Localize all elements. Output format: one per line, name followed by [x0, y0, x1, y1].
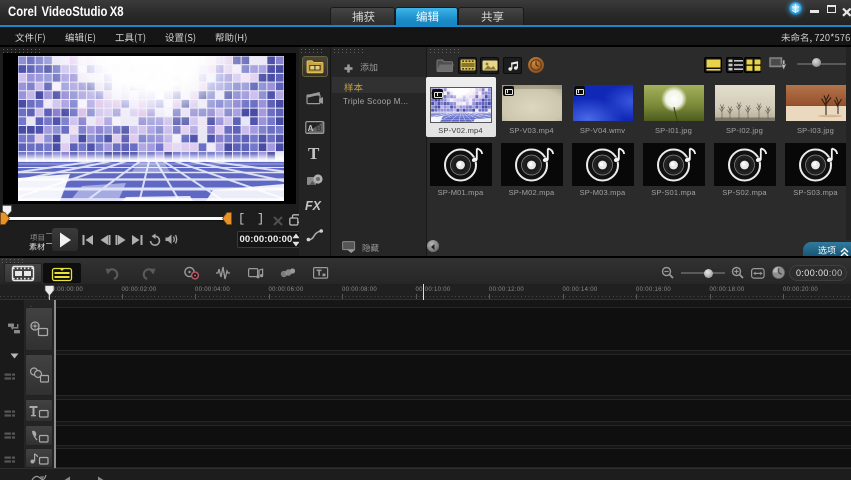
svg-text:A: A — [308, 124, 314, 133]
svg-text:T: T — [40, 477, 45, 480]
svg-text:B: B — [316, 124, 322, 133]
